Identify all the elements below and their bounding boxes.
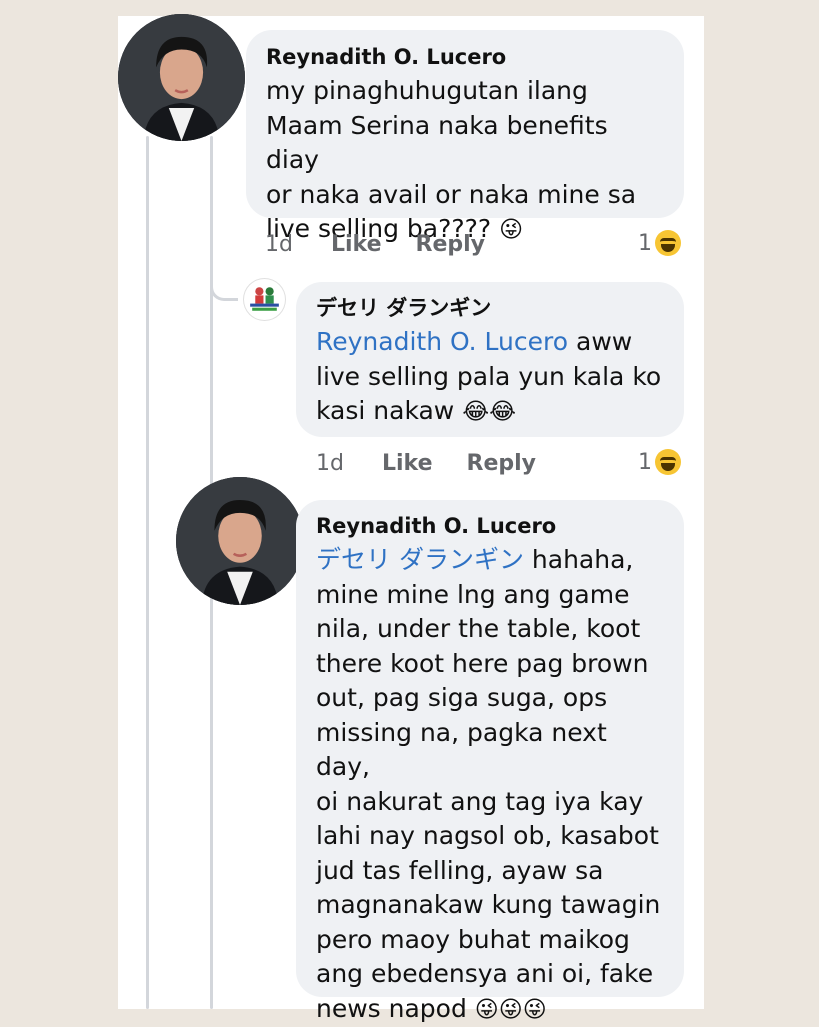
comment-timestamp[interactable]: 1d [316, 451, 344, 476]
reaction-count: 1 [638, 449, 652, 475]
comment-line: magnanakaw kung tawagin [316, 890, 661, 919]
reply-connector [210, 271, 238, 301]
profile-photo-icon [176, 477, 304, 605]
comment-text: my pinaghuhugutan ilang Maam Serina naka… [266, 74, 664, 248]
emoji: 😂😂 [462, 399, 516, 425]
comment-line: aww [568, 327, 633, 356]
thread-line-outer [146, 136, 149, 1009]
mention-link[interactable]: Reynadith O. Lucero [316, 327, 568, 356]
comment-line: oi nakurat ang tag iya kay [316, 786, 644, 816]
laughing-face-icon [655, 230, 681, 256]
reply-button[interactable]: Reply [416, 232, 486, 257]
comment-line: there koot here pag brown [316, 648, 649, 678]
comment-actions: 1d Like Reply [265, 232, 485, 257]
profile-photo-icon [118, 14, 245, 141]
comment-line: lahi nay nagsol ob, kasabot [316, 821, 659, 850]
comment-line: nila, under the table, koot [316, 614, 641, 643]
comment-line: missing na, pagka next day, [316, 717, 607, 782]
like-button[interactable]: Like [382, 451, 433, 476]
comment-author[interactable]: Reynadith O. Lucero [316, 513, 664, 539]
emoji: 😜😜😜 [474, 996, 547, 1023]
comment-line: my pinaghuhugutan ilang [266, 76, 588, 105]
like-button[interactable]: Like [331, 232, 382, 257]
comment-actions: 1d Like Reply [316, 451, 536, 476]
comment-line: ang ebedensya ani oi, fake [316, 959, 654, 988]
comment-line: pero maoy buhat maikog [316, 924, 630, 954]
avatar[interactable] [176, 477, 304, 605]
comment-line: hahaha, [523, 545, 634, 574]
comment-author[interactable]: Reynadith O. Lucero [266, 44, 664, 70]
comment-line: jud tas felling, ayaw sa [316, 855, 604, 885]
comment-bubble: デセリ ダランギン Reynadith O. Lucero aww live s… [296, 282, 684, 437]
reaction-count: 1 [638, 230, 652, 256]
comment-line: kasi nakaw [316, 396, 455, 425]
comment-bubble: Reynadith O. Lucero my pinaghuhugutan il… [246, 30, 684, 243]
comment-bubble: Reynadith O. Lucero デセリ ダランギン hahaha, mi… [296, 500, 684, 1023]
comment-timestamp[interactable]: 1d [265, 232, 293, 257]
mention-link[interactable]: デセリ ダランギン [316, 545, 524, 574]
laughing-face-icon [655, 449, 681, 475]
comment-text: デセリ ダランギン hahaha, mine mine lng ang game… [316, 543, 664, 1027]
reaction-summary[interactable]: 1 [638, 230, 681, 256]
avatar[interactable] [244, 279, 285, 320]
comment-text: Reynadith O. Lucero aww live selling pal… [316, 325, 664, 430]
comment-author[interactable]: デセリ ダランギン [316, 295, 664, 321]
comment-line: out, pag siga suga, ops [316, 683, 608, 712]
reply-button[interactable]: Reply [467, 451, 537, 476]
avatar[interactable] [118, 14, 245, 141]
reaction-summary[interactable]: 1 [638, 449, 681, 475]
comment-line: Maam Serina naka benefits diay [266, 110, 608, 175]
emoji: 😜 [499, 217, 524, 243]
comment-line: live selling pala yun kala ko [316, 361, 662, 391]
group-logo-icon [245, 280, 284, 319]
comment-line: news napod [316, 993, 467, 1023]
comment-line: mine mine lng ang game [316, 579, 630, 609]
comment-line: or naka avail or naka mine sa [266, 179, 637, 209]
